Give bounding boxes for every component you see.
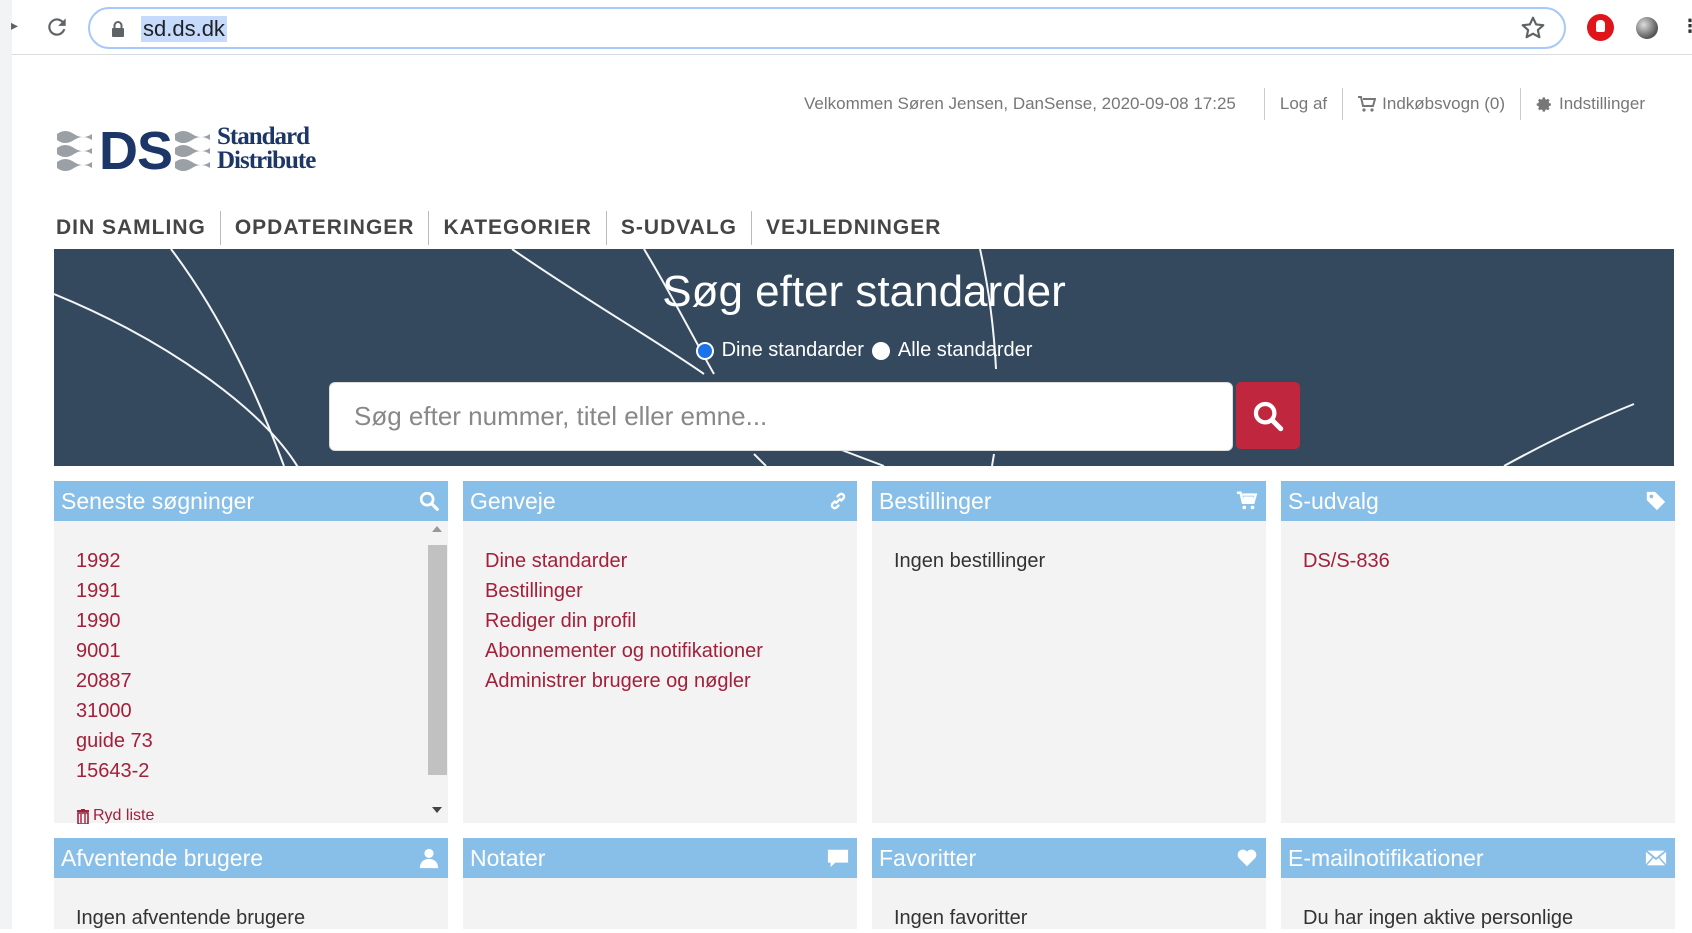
- adblock-extension-icon[interactable]: [1587, 14, 1614, 41]
- heart-icon: [1237, 849, 1257, 867]
- shortcut-manage-users[interactable]: Administrer brugere og nøgler: [485, 666, 835, 696]
- recent-searches-list: 1992 1991 1990 9001 20887 31000 guide 73…: [54, 521, 448, 786]
- tag-icon: [1646, 491, 1666, 511]
- clear-list-button[interactable]: Ryd liste: [76, 807, 154, 825]
- gear-icon: [1536, 96, 1551, 112]
- logout-link[interactable]: Log af: [1280, 94, 1327, 114]
- radio-all-standards[interactable]: Alle standarder: [871, 339, 1032, 362]
- divider: [1342, 88, 1344, 120]
- address-bar[interactable]: sd.ds.dk: [88, 7, 1566, 49]
- panel-header: E-mailnotifikationer: [1281, 838, 1675, 878]
- shortcut-own-standards[interactable]: Dine standarder: [485, 546, 835, 576]
- email-notifications-empty-text: Du har ingen aktive personlige: [1303, 907, 1574, 929]
- nav-item-s-udvalg[interactable]: S-UDVALG: [607, 213, 751, 243]
- recent-search-item[interactable]: guide 73: [76, 726, 426, 756]
- user-bar: Velkommen Søren Jensen, DanSense, 2020-0…: [804, 88, 1692, 120]
- favorites-panel: Favoritter Ingen favoritter: [872, 838, 1266, 929]
- scroll-down-icon[interactable]: [432, 807, 442, 813]
- shortcut-orders[interactable]: Bestillinger: [485, 576, 835, 606]
- recent-search-item[interactable]: 1992: [76, 546, 426, 576]
- hero-title: Søg efter standarder: [662, 267, 1066, 316]
- search-scope-radios: Dine standarder Alle standarder: [54, 339, 1674, 362]
- search-icon[interactable]: [418, 490, 440, 512]
- nav-item-vejledninger[interactable]: VEJLEDNINGER: [752, 213, 955, 243]
- panel-header: Afventende brugere: [54, 838, 448, 878]
- user-icon: [419, 848, 439, 869]
- orders-content: Ingen bestillinger: [872, 521, 1266, 576]
- cart-icon: [1236, 491, 1258, 510]
- panel-header: Notater: [463, 838, 857, 878]
- browser-toolbar: ▸ sd.ds.dk ⋮: [0, 0, 1692, 929]
- recent-search-item[interactable]: 31000: [76, 696, 426, 726]
- radio-button[interactable]: [871, 341, 890, 360]
- panel-header: Favoritter: [872, 838, 1266, 878]
- search-input[interactable]: [330, 383, 1232, 450]
- extensions-puzzle-icon[interactable]: ⋮: [1681, 16, 1692, 38]
- forward-icon[interactable]: ▸: [11, 17, 18, 34]
- s-selection-panel: S-udvalg DS/S-836: [1281, 481, 1675, 823]
- nav-item-opdateringer[interactable]: OPDATERINGER: [221, 213, 429, 243]
- comment-icon: [827, 849, 849, 868]
- scrollbar[interactable]: [426, 523, 448, 821]
- shortcuts-list: Dine standarder Bestillinger Rediger din…: [463, 521, 857, 696]
- divider: [1263, 88, 1265, 120]
- nav-item-din-samling[interactable]: DIN SAMLING: [56, 213, 220, 243]
- radio-own-standards[interactable]: Dine standarder: [695, 339, 864, 362]
- reload-icon[interactable]: [44, 14, 70, 40]
- shortcut-subscriptions[interactable]: Abonnementer og notifikationer: [485, 636, 835, 666]
- logo-text: Standard Distribute: [217, 123, 316, 174]
- scrollbar-thumb[interactable]: [428, 545, 447, 775]
- notes-content: [463, 878, 857, 903]
- email-notifications-panel: E-mailnotifikationer Du har ingen aktive…: [1281, 838, 1675, 929]
- lock-icon[interactable]: [110, 20, 126, 38]
- recent-search-item[interactable]: 9001: [76, 636, 426, 666]
- logo-mark: DS: [99, 121, 173, 181]
- logo-waves-icon: [175, 131, 210, 171]
- orders-panel: Bestillinger Ingen bestillinger: [872, 481, 1266, 823]
- nav-item-kategorier[interactable]: KATEGORIER: [429, 213, 605, 243]
- recent-search-item[interactable]: 1991: [76, 576, 426, 606]
- s-selection-list: DS/S-836: [1281, 521, 1675, 576]
- settings-link[interactable]: Indstillinger: [1536, 94, 1645, 114]
- s-selection-item[interactable]: DS/S-836: [1303, 546, 1653, 576]
- shortcuts-panel: Genveje Dine standarder Bestillinger Red…: [463, 481, 857, 823]
- pending-users-empty-text: Ingen afventende brugere: [76, 907, 306, 929]
- panel-header: Bestillinger: [872, 481, 1266, 521]
- cart-icon: [1358, 96, 1377, 112]
- orders-empty-text: Ingen bestillinger: [894, 550, 1046, 572]
- bookmark-star-icon[interactable]: [1520, 15, 1546, 41]
- welcome-text: Velkommen Søren Jensen, DanSense, 2020-0…: [804, 94, 1236, 113]
- extension-icon[interactable]: [1636, 17, 1658, 39]
- cart-link[interactable]: Indkøbsvogn (0): [1358, 94, 1505, 114]
- pending-users-panel: Afventende brugere Ingen afventende brug…: [54, 838, 448, 929]
- url-text[interactable]: sd.ds.dk: [141, 16, 227, 42]
- email-notifications-content: Du har ingen aktive personlige: [1281, 878, 1675, 933]
- main-nav: DIN SAMLING OPDATERINGER KATEGORIER S-UD…: [56, 211, 955, 245]
- recent-search-item[interactable]: 20887: [76, 666, 426, 696]
- search-button[interactable]: [1236, 382, 1300, 449]
- panel-header: Seneste søgninger: [54, 481, 448, 521]
- pending-users-content: Ingen afventende brugere: [54, 878, 448, 933]
- trash-icon: [77, 808, 89, 824]
- shortcut-edit-profile[interactable]: Rediger din profil: [485, 606, 835, 636]
- site-logo[interactable]: DS Standard Distribute: [57, 124, 327, 178]
- divider: [1520, 88, 1521, 120]
- link-icon: [830, 492, 846, 510]
- recent-search-item[interactable]: 15643-2: [76, 756, 426, 786]
- favorites-content: Ingen favoritter: [872, 878, 1266, 933]
- favorites-empty-text: Ingen favoritter: [894, 907, 1028, 929]
- panel-header: Genveje: [463, 481, 857, 521]
- logo-waves-icon: [57, 131, 92, 171]
- window-edge: [0, 0, 12, 929]
- search-hero: Søg efter standarder Dine standarder All…: [54, 249, 1674, 466]
- panel-header: S-udvalg: [1281, 481, 1675, 521]
- recent-searches-panel: Seneste søgninger 1992 1991 1990 9001 20…: [54, 481, 448, 825]
- radio-button-selected[interactable]: [695, 341, 714, 360]
- recent-search-item[interactable]: 1990: [76, 606, 426, 636]
- scroll-up-icon[interactable]: [432, 526, 442, 532]
- notes-panel: Notater: [463, 838, 857, 929]
- search-box[interactable]: [329, 382, 1233, 451]
- envelope-icon: [1645, 849, 1667, 866]
- search-icon: [1253, 401, 1284, 431]
